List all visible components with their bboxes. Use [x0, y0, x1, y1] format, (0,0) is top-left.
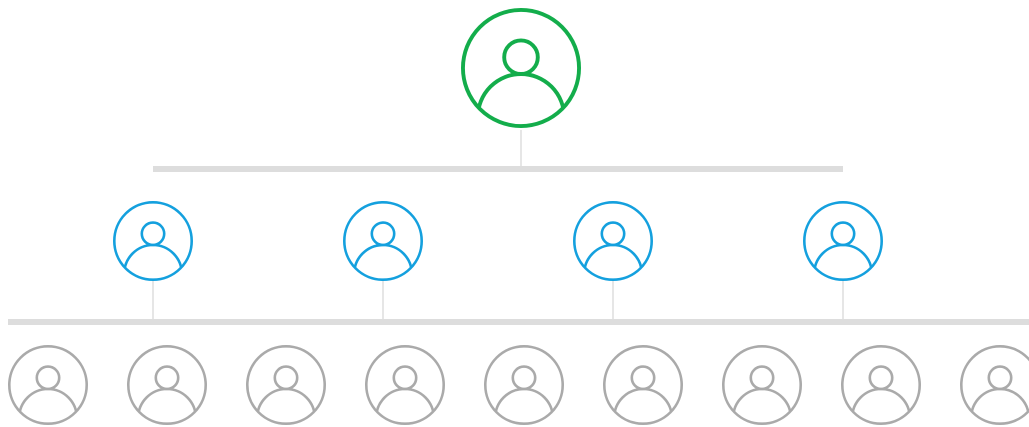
bottom-level-user-icon: [127, 344, 208, 425]
bottom-level-user-icon: [483, 344, 564, 425]
bottom-level-user-icon: [246, 344, 327, 425]
bottom-level-user-icon: [721, 344, 802, 425]
org-chart-diagram: [7, 8, 1029, 425]
bottom-level-user-icon: [840, 344, 921, 425]
bottom-level-user-icon: [7, 344, 89, 425]
bottom-level-user-icon: [960, 345, 1029, 425]
bottom-level-user-icon: [364, 344, 445, 425]
bottom-level-user-icon: [602, 344, 683, 425]
